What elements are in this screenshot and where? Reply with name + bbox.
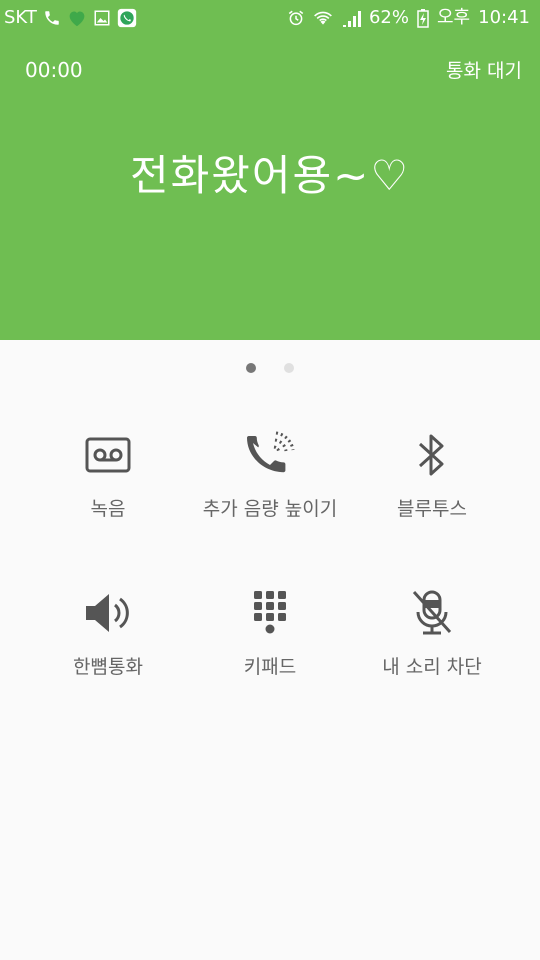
ampm-label: 오후 — [437, 7, 471, 28]
call-app-icon — [117, 8, 137, 28]
page-indicator — [0, 363, 540, 375]
status-bar: SKT 62% 오후 10:41 — [0, 0, 540, 36]
alarm-icon — [287, 9, 305, 27]
call-timer: 00:00 — [25, 58, 83, 82]
clock: 10:41 — [478, 7, 530, 28]
bluetooth-button[interactable]: 블루투스 — [342, 420, 522, 521]
keypad-icon — [254, 591, 286, 634]
keypad-label: 키패드 — [243, 656, 297, 678]
heart-app-icon — [67, 9, 87, 27]
gallery-icon — [93, 9, 111, 27]
mute-button[interactable]: 내 소리 차단 — [342, 578, 522, 679]
record-button[interactable]: 녹음 — [18, 420, 198, 521]
record-label: 녹음 — [90, 498, 126, 520]
caller-name: 전화왔어용~♡ — [129, 151, 411, 200]
speaker-button[interactable]: 한뼘통화 — [18, 578, 198, 679]
record-icon — [85, 437, 131, 473]
speaker-icon — [86, 594, 129, 632]
keypad-button[interactable]: 키패드 — [180, 578, 360, 679]
battery-charging-icon — [417, 8, 429, 28]
phone-status-icon — [43, 9, 61, 27]
call-header: SKT 62% 오후 10:41 00:00 통화 대기 전화왔어용~♡ — [0, 0, 540, 340]
signal-icon — [341, 9, 361, 27]
speaker-label: 한뼘통화 — [73, 656, 143, 678]
bluetooth-label: 블루투스 — [397, 498, 467, 520]
carrier-label: SKT — [4, 7, 37, 28]
extra-volume-icon — [247, 431, 295, 473]
bluetooth-icon — [418, 434, 444, 476]
mute-mic-icon — [412, 590, 452, 635]
page-dot-2 — [284, 363, 294, 373]
extra-volume-label: 추가 음량 높이기 — [202, 498, 338, 520]
page-dot-1 — [246, 363, 256, 373]
extra-volume-button[interactable]: 추가 음량 높이기 — [180, 420, 360, 521]
wifi-icon — [313, 9, 333, 27]
battery-percent: 62% — [368, 7, 409, 28]
hold-button[interactable]: 통화 대기 — [446, 56, 522, 83]
mute-label: 내 소리 차단 — [382, 656, 482, 678]
